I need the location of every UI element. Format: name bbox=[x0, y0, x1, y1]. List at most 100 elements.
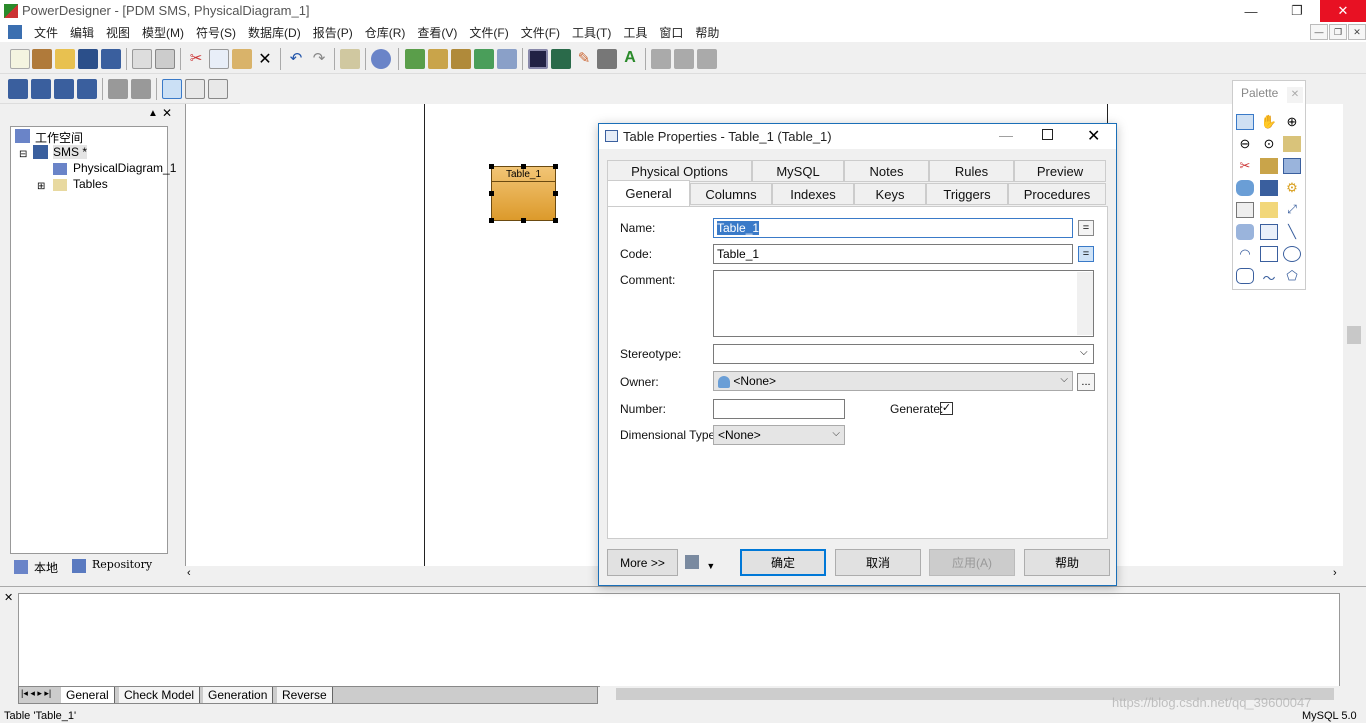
browser-icon[interactable] bbox=[162, 79, 182, 99]
procedure-tool-icon[interactable]: ⚙ bbox=[1283, 180, 1301, 196]
menu-file-f-2[interactable]: 文件(F) bbox=[521, 24, 560, 41]
reverse-icon[interactable] bbox=[428, 49, 448, 69]
polygon-tool-icon[interactable]: ⬠ bbox=[1283, 268, 1301, 284]
pane-restore-icon[interactable]: ▲ bbox=[148, 108, 158, 119]
menu-database[interactable]: 数据库(D) bbox=[248, 24, 301, 41]
tree-collapse-icon[interactable]: ⊟ bbox=[19, 149, 27, 160]
font-icon[interactable]: A bbox=[620, 49, 640, 69]
delete-tool-icon[interactable]: ✂ bbox=[1236, 158, 1254, 174]
package-icon[interactable] bbox=[1260, 158, 1278, 174]
group-icon[interactable] bbox=[651, 49, 671, 69]
menu-repository[interactable]: 仓库(R) bbox=[365, 24, 406, 41]
output-close-icon[interactable]: ✕ bbox=[4, 591, 13, 604]
tab-repository[interactable]: Repository bbox=[92, 558, 152, 571]
menu-inspect[interactable]: 查看(V) bbox=[417, 24, 457, 41]
maximize-button[interactable]: ❐ bbox=[1274, 0, 1320, 22]
output-tab-reverse[interactable]: Reverse bbox=[277, 687, 333, 703]
name-code-sync-button[interactable]: = bbox=[1078, 220, 1094, 236]
forward-icon[interactable] bbox=[697, 49, 717, 69]
output-tab-generation[interactable]: Generation bbox=[203, 687, 274, 703]
mdi-minimize-button[interactable]: — bbox=[1310, 24, 1328, 40]
link-tool-icon[interactable]: ⤢ bbox=[1283, 202, 1301, 218]
result-list-icon[interactable] bbox=[208, 79, 228, 99]
menu-edit[interactable]: 编辑 bbox=[70, 24, 94, 41]
tree-diagram[interactable]: PhysicalDiagram_1 bbox=[73, 161, 176, 175]
tab-columns[interactable]: Columns bbox=[690, 183, 772, 205]
zoom-out-icon[interactable]: ⊖ bbox=[1236, 136, 1254, 152]
save-icon[interactable] bbox=[78, 49, 98, 69]
rectangle-tool-icon[interactable] bbox=[1260, 246, 1278, 262]
close-button[interactable]: ✕ bbox=[1320, 0, 1366, 22]
name-input[interactable]: Table_1 bbox=[713, 218, 1073, 238]
number-input[interactable] bbox=[713, 399, 845, 419]
diagram-list-icon[interactable] bbox=[54, 79, 74, 99]
code-input[interactable]: Table_1 bbox=[713, 244, 1073, 264]
owner-browse-button[interactable]: ... bbox=[1077, 373, 1095, 391]
storage-tool-icon[interactable] bbox=[1236, 224, 1254, 240]
menu-symbol[interactable]: 符号(S) bbox=[196, 24, 236, 41]
database-icon[interactable] bbox=[451, 49, 471, 69]
note-tool-icon[interactable] bbox=[1260, 202, 1278, 218]
cancel-button[interactable]: 取消 bbox=[835, 549, 921, 576]
menu-tools-2[interactable]: 工具 bbox=[623, 24, 647, 41]
tab-indexes[interactable]: Indexes bbox=[772, 183, 854, 205]
print-icon[interactable] bbox=[155, 49, 175, 69]
paste-icon[interactable] bbox=[232, 49, 252, 69]
menu-report[interactable]: 报告(P) bbox=[313, 24, 353, 41]
output-text-area[interactable] bbox=[18, 593, 1357, 687]
zoom-in-icon[interactable]: ⊕ bbox=[1283, 114, 1301, 130]
ellipse-tool-icon[interactable] bbox=[1283, 246, 1301, 262]
delete-icon[interactable]: ✕ bbox=[255, 49, 275, 69]
shadow-icon[interactable] bbox=[528, 49, 548, 69]
print-preview-icon[interactable] bbox=[132, 49, 152, 69]
ok-button[interactable]: 确定 bbox=[740, 549, 826, 576]
comment-scrollbar[interactable] bbox=[1077, 272, 1093, 335]
menu-view[interactable]: 视图 bbox=[106, 24, 130, 41]
canvas-vertical-scrollbar[interactable] bbox=[1344, 104, 1366, 566]
tab-notes[interactable]: Notes bbox=[844, 160, 929, 182]
apply-button[interactable]: 应用(A) bbox=[929, 549, 1015, 576]
help-button[interactable]: 帮助 bbox=[1024, 549, 1110, 576]
diagram-tree-icon[interactable] bbox=[31, 79, 51, 99]
new-icon[interactable] bbox=[10, 49, 30, 69]
more-button[interactable]: More >> bbox=[607, 549, 678, 576]
tab-general[interactable]: General bbox=[607, 180, 690, 206]
tab-triggers[interactable]: Triggers bbox=[926, 183, 1008, 205]
tree-tables[interactable]: Tables bbox=[73, 177, 108, 191]
output-tab-check-model[interactable]: Check Model bbox=[119, 687, 201, 703]
print-menu-button[interactable]: ▼ bbox=[685, 555, 719, 571]
polyline-tool-icon[interactable]: 〜 bbox=[1260, 268, 1278, 286]
text-format-icon[interactable] bbox=[551, 49, 571, 69]
line-style-icon[interactable] bbox=[597, 49, 617, 69]
mdi-close-button[interactable]: ✕ bbox=[1348, 24, 1366, 40]
generate-checkbox[interactable]: ✓ bbox=[940, 402, 953, 415]
table-tool-icon[interactable] bbox=[1283, 158, 1301, 174]
tree-expand-icon[interactable]: ⊞ bbox=[37, 181, 45, 192]
stereotype-combo[interactable] bbox=[713, 344, 1094, 364]
menu-model[interactable]: 模型(M) bbox=[142, 24, 184, 41]
browser-tree[interactable]: 工作空间 ⊟ SMS * PhysicalDiagram_1 ⊞ Tables bbox=[10, 126, 176, 554]
tree-model[interactable]: SMS * bbox=[53, 145, 88, 159]
properties-tool-icon[interactable] bbox=[1283, 136, 1301, 152]
tab-procedures[interactable]: Procedures bbox=[1008, 183, 1106, 205]
menu-window[interactable]: 窗口 bbox=[659, 24, 683, 41]
menu-file-f[interactable]: 文件(F) bbox=[469, 24, 508, 41]
text-tool-icon[interactable] bbox=[1260, 224, 1278, 240]
line-tool-icon[interactable]: ╲ bbox=[1283, 224, 1301, 240]
check-model-icon[interactable] bbox=[371, 49, 391, 69]
output-icon[interactable] bbox=[185, 79, 205, 99]
code-name-sync-button[interactable]: = bbox=[1078, 246, 1094, 262]
save-all-icon[interactable] bbox=[101, 49, 121, 69]
view-tool-icon[interactable] bbox=[1236, 180, 1254, 196]
pointer-icon[interactable] bbox=[1236, 114, 1254, 130]
tab-preview[interactable]: Preview bbox=[1014, 160, 1106, 182]
properties-icon[interactable] bbox=[340, 49, 360, 69]
tab-local[interactable]: 本地 bbox=[34, 559, 58, 576]
file-tool-icon[interactable] bbox=[1236, 202, 1254, 218]
minimize-button[interactable]: — bbox=[1228, 0, 1274, 22]
tab-physical-options[interactable]: Physical Options bbox=[607, 160, 752, 182]
new-model-icon[interactable] bbox=[32, 49, 52, 69]
report-icon[interactable] bbox=[497, 49, 517, 69]
cut-icon[interactable]: ✂ bbox=[186, 49, 206, 69]
undo-icon[interactable]: ↶ bbox=[286, 49, 306, 69]
